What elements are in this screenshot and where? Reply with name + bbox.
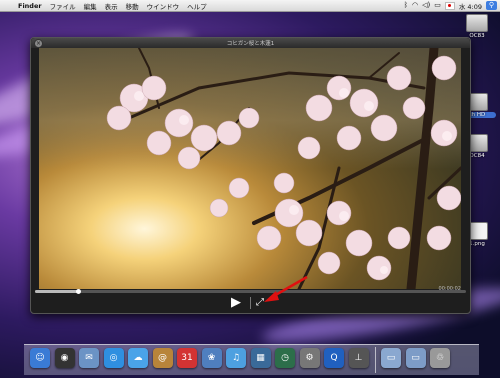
trash-icon[interactable]: ♲	[430, 348, 450, 368]
battery-icon[interactable]: ▭	[434, 2, 441, 9]
safari-icon[interactable]: ◎	[103, 348, 124, 368]
menu-window[interactable]: ウインドウ	[143, 1, 184, 11]
finder-icon[interactable]: ☺	[30, 348, 50, 368]
itunes-icon[interactable]: ♫	[226, 348, 246, 368]
system-preferences-icon[interactable]: ⚙	[299, 348, 320, 368]
menu-edit[interactable]: 編集	[80, 1, 101, 11]
menu-view[interactable]: 表示	[101, 1, 122, 11]
menu-app-finder[interactable]: Finder	[14, 2, 46, 10]
time-machine-icon[interactable]: ◷	[275, 348, 295, 368]
scrubber-progress	[35, 290, 79, 293]
cherry-blossom-image	[106, 48, 461, 289]
fullscreen-button[interactable]: ⤢	[254, 297, 266, 309]
ical-icon[interactable]: 31	[177, 348, 197, 368]
window-titlebar[interactable]: × コヒガン桜と木蓮1	[31, 38, 470, 48]
playback-controls: ▶ ⤢	[31, 294, 470, 312]
quicktime-icon[interactable]: Q	[324, 348, 344, 368]
menu-clock[interactable]: 水 4:09	[459, 1, 482, 11]
menu-bar: Finder ファイル 編集 表示 移動 ウインドウ ヘルプ ᛒ ◠ ◁) ▭ …	[0, 0, 500, 12]
window-title: コヒガン桜と木蓮1	[226, 41, 275, 47]
menu-file[interactable]: ファイル	[46, 1, 80, 11]
dock-separator	[375, 347, 376, 373]
address-book-icon[interactable]: @	[152, 348, 173, 368]
spaces-icon[interactable]: ▦	[250, 348, 271, 368]
wifi-icon[interactable]: ◠	[412, 2, 418, 9]
menu-go[interactable]: 移動	[122, 1, 143, 11]
mail-icon[interactable]: ✉	[79, 348, 99, 368]
input-method-flag-icon[interactable]	[444, 1, 455, 10]
video-frame[interactable]	[39, 48, 461, 289]
iphoto-icon[interactable]: ❀	[201, 348, 222, 368]
video-window: × コヒガン桜と木蓮1 00:00:02 ▶ ⤢	[30, 37, 471, 314]
scrubber-bar[interactable]	[35, 289, 466, 294]
controls-divider	[250, 297, 251, 309]
bluetooth-icon[interactable]: ᛒ	[404, 2, 408, 9]
spotlight-search-icon[interactable]: ⚲	[486, 1, 497, 10]
dock: ☺ ◉ ✉ ◎ ☁ @31 ❀ ♫ ▦ ◷ ⚙ Q ⊥ ▭ ▭ ♲	[24, 344, 479, 375]
downloads-folder-icon[interactable]: ▭	[405, 348, 426, 368]
applications-folder-icon[interactable]: ▭	[381, 348, 401, 368]
disk-icon	[466, 14, 488, 32]
play-button[interactable]: ▶	[229, 296, 243, 310]
menu-extras: ᛒ ◠ ◁) ▭ 水 4:09 ⚲	[404, 1, 500, 11]
dashboard-icon[interactable]: ◉	[54, 348, 75, 368]
volume-icon[interactable]: ◁)	[422, 2, 430, 9]
desktop-icon-disk[interactable]: OC83	[458, 14, 496, 39]
menu-help[interactable]: ヘルプ	[183, 1, 211, 11]
utility-icon[interactable]: ⊥	[348, 348, 369, 368]
ichat-icon[interactable]: ☁	[128, 348, 148, 368]
